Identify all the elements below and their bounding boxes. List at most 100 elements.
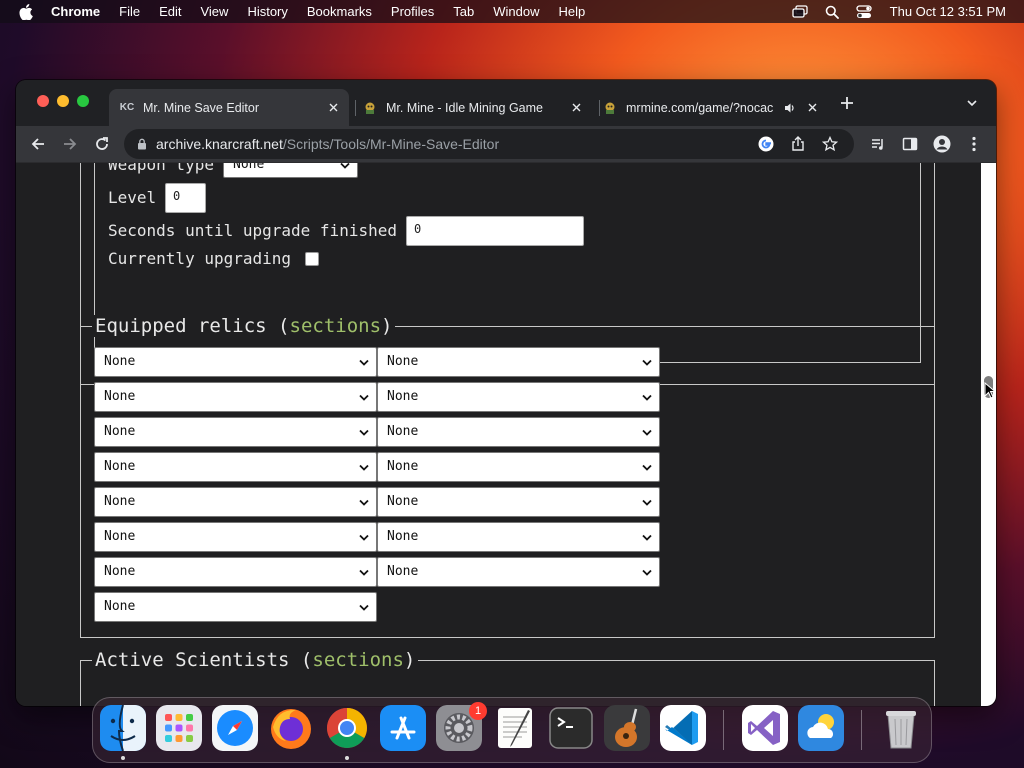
relic-slot-select[interactable]: None: [94, 382, 377, 412]
menu-tab[interactable]: Tab: [453, 4, 474, 19]
side-panel-icon[interactable]: [900, 134, 920, 154]
menu-edit[interactable]: Edit: [159, 4, 181, 19]
relic-slot-select[interactable]: None: [377, 417, 660, 447]
menu-window[interactable]: Window: [493, 4, 539, 19]
address-bar[interactable]: archive.knarcraft.net/Scripts/Tools/Mr-M…: [124, 129, 854, 159]
spotlight-search-icon[interactable]: [825, 5, 839, 19]
equipped-relics-legend: Equipped relics (sections): [92, 315, 396, 337]
chevron-down-icon: [359, 488, 369, 516]
relic-slot-select[interactable]: None: [377, 382, 660, 412]
google-lens-icon[interactable]: [758, 136, 774, 152]
dock-separator: [723, 710, 724, 750]
mr-mine-favicon: [362, 100, 378, 116]
paren-open: (: [278, 315, 290, 337]
menu-clock[interactable]: Thu Oct 12 3:51 PM: [890, 4, 1006, 19]
zoom-window-button[interactable]: [77, 95, 89, 107]
scientists-sections-link[interactable]: sections: [312, 649, 404, 671]
close-window-button[interactable]: [37, 95, 49, 107]
menu-app-name[interactable]: Chrome: [51, 4, 100, 19]
menu-profiles[interactable]: Profiles: [391, 4, 434, 19]
tab-mr-mine-save-editor[interactable]: KC Mr. Mine Save Editor: [109, 89, 349, 126]
more-menu-icon[interactable]: [964, 134, 984, 154]
chevron-down-icon: [642, 523, 652, 551]
level-label: Level: [108, 188, 157, 207]
currently-upgrading-checkbox[interactable]: [305, 252, 319, 266]
relic-slot-select[interactable]: None: [94, 452, 377, 482]
apple-icon[interactable]: [19, 3, 33, 20]
profile-avatar-icon[interactable]: [932, 134, 952, 154]
notification-badge: 1: [469, 702, 487, 720]
forward-button[interactable]: [60, 134, 80, 154]
control-center-icon[interactable]: [856, 4, 872, 19]
relic-slot-select[interactable]: None: [94, 417, 377, 447]
weather-icon[interactable]: [798, 705, 844, 751]
close-tab-icon[interactable]: [568, 100, 584, 116]
relic-slot-select[interactable]: None: [377, 522, 660, 552]
new-tab-button[interactable]: [838, 95, 856, 113]
safari-icon[interactable]: [212, 705, 258, 751]
menu-file[interactable]: File: [119, 4, 140, 19]
mouse-cursor-icon: [984, 381, 996, 400]
share-icon[interactable]: [790, 136, 806, 152]
weapon-type-select[interactable]: None: [223, 163, 358, 178]
relic-slot-select[interactable]: None: [377, 452, 660, 482]
level-input[interactable]: 0: [165, 183, 206, 213]
textedit-icon[interactable]: [492, 705, 538, 751]
chevron-down-icon: [359, 593, 369, 621]
url-path: /Scripts/Tools/Mr-Mine-Save-Editor: [282, 136, 500, 152]
relic-slot-select[interactable]: None: [94, 347, 377, 377]
screen-mirroring-icon[interactable]: [792, 4, 808, 19]
app-store-icon[interactable]: [380, 705, 426, 751]
seconds-until-upgrade-input[interactable]: 0: [406, 216, 584, 246]
relic-slot-select[interactable]: None: [94, 592, 377, 622]
vscode-icon[interactable]: [660, 705, 706, 751]
url-host: archive.knarcraft.net: [156, 136, 283, 152]
tab-mr-mine-game[interactable]: Mr. Mine - Idle Mining Game: [352, 89, 592, 126]
bookmark-star-icon[interactable]: [822, 136, 838, 152]
relic-slot-select[interactable]: None: [377, 557, 660, 587]
menu-view[interactable]: View: [200, 4, 228, 19]
close-tab-icon[interactable]: [804, 100, 820, 116]
close-tab-icon[interactable]: [325, 100, 341, 116]
page-scrollbar[interactable]: [981, 163, 996, 706]
relic-slot-select[interactable]: None: [94, 557, 377, 587]
seconds-value: 0: [414, 222, 422, 236]
lock-icon[interactable]: [137, 138, 147, 150]
weapon-type-label: Weapon type: [108, 163, 214, 174]
relic-slot-value: None: [104, 459, 136, 474]
menu-history[interactable]: History: [247, 4, 287, 19]
relic-slot-value: None: [387, 424, 419, 439]
dock-separator: [861, 710, 862, 750]
equipped-relics-title: Equipped relics: [95, 315, 267, 337]
relic-slot-select[interactable]: None: [94, 487, 377, 517]
tab-title: Mr. Mine Save Editor: [143, 100, 260, 115]
back-button[interactable]: [28, 134, 48, 154]
browser-toolbar: archive.knarcraft.net/Scripts/Tools/Mr-M…: [16, 126, 996, 163]
relic-slot-value: None: [387, 459, 419, 474]
firefox-icon[interactable]: [268, 705, 314, 751]
menu-bookmarks[interactable]: Bookmarks: [307, 4, 372, 19]
minimize-window-button[interactable]: [57, 95, 69, 107]
relics-sections-link[interactable]: sections: [290, 315, 382, 337]
relic-slot-value: None: [387, 564, 419, 579]
menu-help[interactable]: Help: [559, 4, 586, 19]
terminal-icon[interactable]: [548, 705, 594, 751]
trash-icon[interactable]: [878, 705, 924, 751]
tab-search-chevron-icon[interactable]: [966, 96, 982, 112]
reload-button[interactable]: [92, 134, 112, 154]
relic-slot-select[interactable]: None: [94, 522, 377, 552]
relic-slot-select[interactable]: None: [377, 347, 660, 377]
chevron-down-icon: [359, 453, 369, 481]
visual-studio-icon[interactable]: [742, 705, 788, 751]
media-controls-icon[interactable]: [868, 134, 888, 154]
chevron-down-icon: [340, 163, 350, 177]
garageband-icon[interactable]: [604, 705, 650, 751]
tab-title: Mr. Mine - Idle Mining Game: [386, 100, 543, 115]
running-indicator: [121, 756, 125, 760]
finder-icon[interactable]: [100, 705, 146, 751]
relic-slot-select[interactable]: None: [377, 487, 660, 517]
launchpad-icon[interactable]: [156, 705, 202, 751]
tab-mrmine-nocache[interactable]: mrmine.com/game/?nocac: [592, 89, 828, 126]
audio-playing-icon[interactable]: [784, 101, 798, 115]
chrome-icon[interactable]: [324, 705, 370, 751]
